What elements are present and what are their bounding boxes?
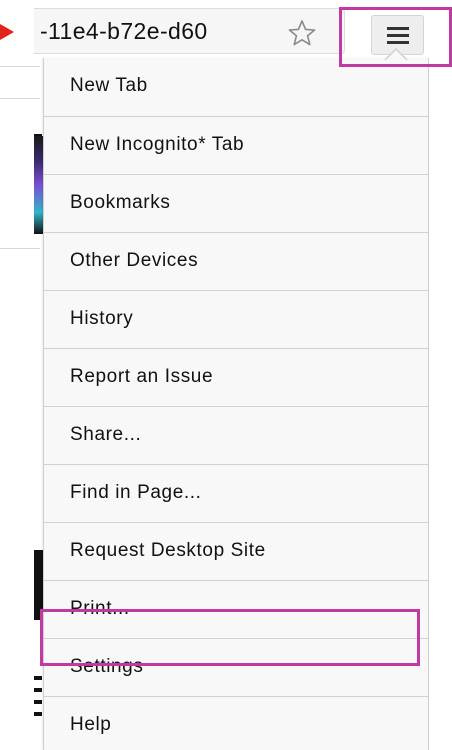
menu-item-label: New Incognito* Tab <box>70 134 245 155</box>
page-divider <box>0 248 40 249</box>
menu-item-label: Share... <box>70 424 142 445</box>
menu-item-label: Settings <box>70 656 144 677</box>
url-text: -11e4-b72e-d60 <box>40 18 208 44</box>
menu-item-help[interactable]: Help <box>44 696 428 750</box>
red-arrow-marker <box>0 24 14 40</box>
page-fragment <box>34 712 42 716</box>
screenshot-page: -11e4-b72e-d60 New Tab New Incognito* Ta… <box>0 0 452 750</box>
url-field[interactable]: -11e4-b72e-d60 <box>34 8 345 54</box>
page-fragment <box>34 688 42 692</box>
url-fade <box>224 9 282 53</box>
star-outline-icon[interactable] <box>287 19 317 47</box>
hamburger-line <box>387 27 409 30</box>
menu-item-settings[interactable]: Settings <box>44 638 428 696</box>
menu-item-history[interactable]: History <box>44 290 428 348</box>
menu-item-label: History <box>70 308 134 329</box>
menu-item-find-in-page[interactable]: Find in Page... <box>44 464 428 522</box>
microphone-icon[interactable] <box>342 19 345 47</box>
menu-item-request-desktop-site[interactable]: Request Desktop Site <box>44 522 428 580</box>
page-fragment <box>34 676 42 680</box>
menu-item-label: Print... <box>70 598 130 619</box>
hamburger-line <box>387 41 409 44</box>
menu-item-share[interactable]: Share... <box>44 406 428 464</box>
menu-item-report-an-issue[interactable]: Report an Issue <box>44 348 428 406</box>
page-fragment <box>34 700 42 704</box>
menu-item-label: Find in Page... <box>70 482 202 503</box>
menu-item-label: Report an Issue <box>70 366 214 387</box>
menu-item-bookmarks[interactable]: Bookmarks <box>44 174 428 232</box>
menu-item-label: Bookmarks <box>70 192 171 213</box>
menu-item-other-devices[interactable]: Other Devices <box>44 232 428 290</box>
hamburger-line <box>387 34 409 37</box>
page-divider <box>0 66 40 67</box>
menu-item-label: Other Devices <box>70 250 199 271</box>
menu-item-label: New Tab <box>70 75 148 96</box>
menu-caret-inner <box>385 50 407 61</box>
menu-item-label: Request Desktop Site <box>70 540 266 561</box>
menu-item-new-incognito-tab[interactable]: New Incognito* Tab <box>44 116 428 174</box>
menu-item-print[interactable]: Print... <box>44 580 428 638</box>
page-divider <box>0 98 40 99</box>
menu-item-new-tab[interactable]: New Tab <box>44 58 428 116</box>
overflow-menu: New Tab New Incognito* Tab Bookmarks Oth… <box>43 58 429 750</box>
menu-item-label: Help <box>70 714 112 735</box>
